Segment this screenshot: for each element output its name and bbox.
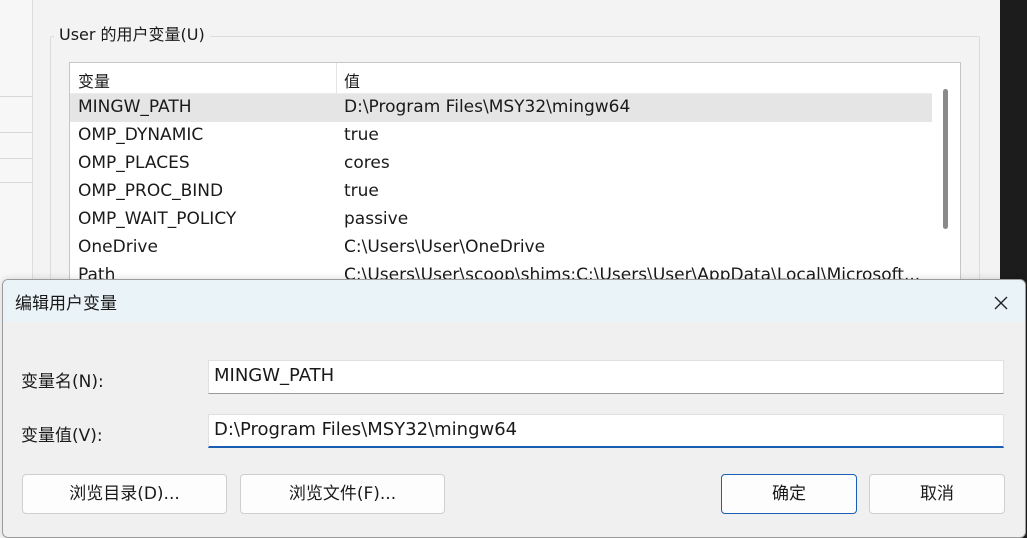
list-header: 变量 值 xyxy=(70,63,932,94)
column-header-value[interactable]: 值 xyxy=(344,68,360,92)
list-scrollbar[interactable] xyxy=(938,69,956,291)
dialog-title: 编辑用户变量 xyxy=(15,294,117,314)
row-value: true xyxy=(344,125,379,145)
row-name: OMP_PROC_BIND xyxy=(78,181,224,201)
browse-directory-button[interactable]: 浏览目录(D)... xyxy=(22,474,227,514)
variable-value-label: 变量值(V): xyxy=(21,426,103,446)
list-row-onedrive[interactable]: OneDrive C:\Users\User\OneDrive xyxy=(70,234,932,262)
list-row-omp-dynamic[interactable]: OMP_DYNAMIC true xyxy=(70,122,932,150)
scrollbar-thumb[interactable] xyxy=(943,89,948,229)
ok-button[interactable]: 确定 xyxy=(721,474,857,514)
variable-value-input[interactable]: D:\Program Files\MSY32\mingw64 xyxy=(208,414,1004,448)
dialog-titlebar[interactable]: 编辑用户变量 xyxy=(3,280,1025,322)
list-row-omp-wait-policy[interactable]: OMP_WAIT_POLICY passive xyxy=(70,206,932,234)
list-row-mingw-path[interactable]: MINGW_PATH D:\Program Files\MSY32\mingw6… xyxy=(70,94,932,122)
list-row-omp-places[interactable]: OMP_PLACES cores xyxy=(70,150,932,178)
row-name: MINGW_PATH xyxy=(78,97,192,117)
column-divider[interactable] xyxy=(336,63,337,93)
browse-file-button[interactable]: 浏览文件(F)... xyxy=(240,474,445,514)
row-name: OMP_WAIT_POLICY xyxy=(78,209,237,229)
variable-name-input[interactable]: MINGW_PATH xyxy=(208,360,1004,394)
variable-name-label: 变量名(N): xyxy=(21,372,104,392)
edit-user-variable-dialog: 编辑用户变量 变量名(N): MINGW_PATH 变量值(V): D:\Pro… xyxy=(2,279,1026,538)
row-name: OMP_PLACES xyxy=(78,153,190,173)
row-value: cores xyxy=(344,153,390,173)
user-variables-list[interactable]: 变量 值 MINGW_PATH D:\Program Files\MSY32\m… xyxy=(69,62,961,298)
row-value: D:\Program Files\MSY32\mingw64 xyxy=(344,97,631,117)
group-title: User 的用户变量(U) xyxy=(54,24,210,46)
column-header-variable[interactable]: 变量 xyxy=(78,68,110,92)
row-name: OneDrive xyxy=(78,237,158,257)
close-icon xyxy=(994,296,1008,310)
row-value: true xyxy=(344,181,379,201)
list-row-omp-proc-bind[interactable]: OMP_PROC_BIND true xyxy=(70,178,932,206)
row-value: passive xyxy=(344,209,409,229)
row-value: C:\Users\User\OneDrive xyxy=(344,237,546,257)
row-name: OMP_DYNAMIC xyxy=(78,125,204,145)
close-button[interactable] xyxy=(981,285,1021,319)
cancel-button[interactable]: 取消 xyxy=(869,474,1005,514)
